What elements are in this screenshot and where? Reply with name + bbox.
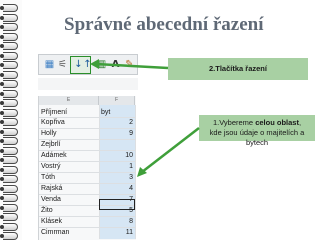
arrow-to-sheet [141, 127, 200, 173]
pointer-arrows [90, 59, 200, 177]
arrow-head [90, 59, 99, 69]
arrow-to-sort-buttons [95, 62, 169, 70]
